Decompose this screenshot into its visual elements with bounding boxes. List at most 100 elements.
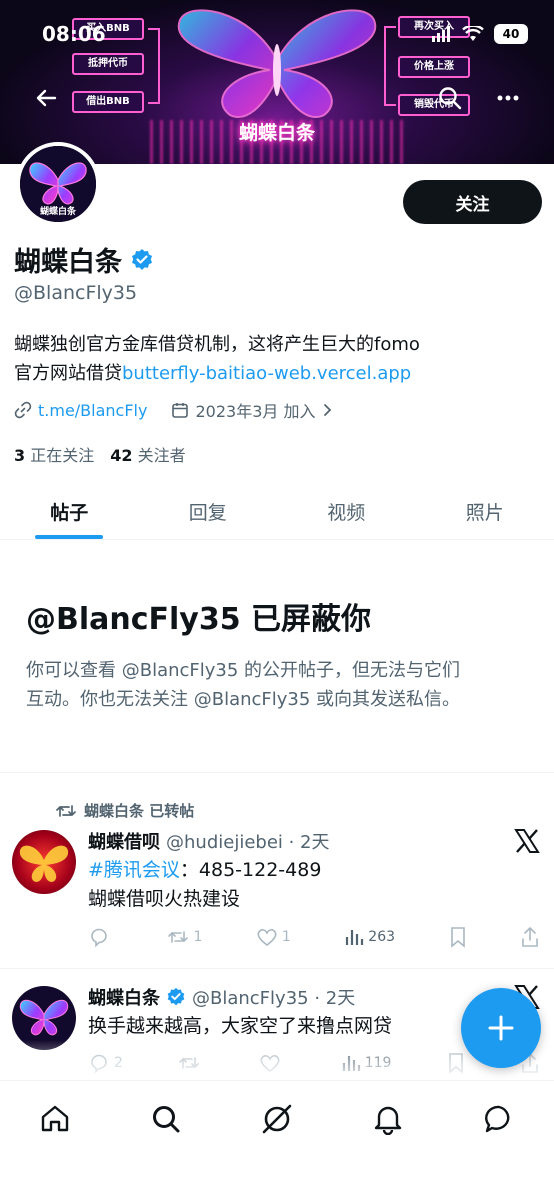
reply-icon bbox=[91, 928, 107, 948]
status-time: 08:06 bbox=[42, 22, 106, 46]
more-options-button[interactable] bbox=[490, 80, 526, 116]
blocked-desc-line: 你可以查看 @BlancFly35 的公开帖子，但无法与它们 bbox=[26, 660, 461, 681]
bio-line: 蝴蝶独创官方金库借贷机制，这将产生巨大的fomo bbox=[14, 334, 420, 355]
active-tab-indicator bbox=[35, 535, 104, 539]
followers-count: 42 bbox=[110, 446, 133, 465]
display-name: 蝴蝶白条 bbox=[14, 247, 122, 278]
banner-title: 蝴蝶白条 bbox=[238, 122, 315, 144]
blocked-desc-line: 互动。你也无法关注 @BlancFly35 或向其发送私信。 bbox=[26, 689, 461, 710]
followers-link[interactable]: 42 关注者 bbox=[110, 442, 185, 466]
nav-messages[interactable] bbox=[479, 1099, 519, 1139]
arrow-left-icon bbox=[36, 89, 57, 107]
post-header: 蝴蝶借呗 @hudiejiebei · 2天 bbox=[88, 828, 330, 854]
status-icons: 40 bbox=[432, 24, 528, 44]
hashtag-link[interactable]: #腾讯会议 bbox=[88, 859, 180, 881]
banner-connector bbox=[384, 26, 396, 106]
tab-label: 回复 bbox=[188, 502, 227, 524]
profile-handle: @BlancFly35 bbox=[14, 282, 138, 304]
tab-videos[interactable]: 视频 bbox=[277, 484, 416, 539]
post-text-line: 换手越来越高，大家空了来撸点网贷 bbox=[88, 1015, 393, 1037]
joined-date: 2023年3月 加入 bbox=[195, 402, 316, 421]
bookmark-icon bbox=[450, 927, 465, 948]
banner-box-borrow-bnb: 借出BNB bbox=[72, 91, 144, 113]
avatar-butterfly-image bbox=[19, 845, 69, 882]
view-count: 263 bbox=[368, 929, 396, 945]
post-text: ：485-122-489 bbox=[179, 859, 322, 881]
tab-label: 帖子 bbox=[50, 502, 89, 524]
battery-indicator: 40 bbox=[494, 24, 528, 44]
section-divider bbox=[0, 772, 554, 773]
followers-label: 关注者 bbox=[137, 446, 186, 465]
blocked-description: 你可以查看 @BlancFly35 的公开帖子，但无法与它们 互动。你也无法关注… bbox=[26, 656, 532, 714]
repost-indicator: 蝴蝶白条 已转帖 bbox=[56, 800, 194, 821]
plus-icon bbox=[488, 1015, 514, 1041]
nav-search[interactable] bbox=[146, 1099, 186, 1139]
post-body: 换手越来越高，大家空了来撸点网贷 bbox=[88, 1012, 392, 1041]
chevron-right-icon[interactable] bbox=[321, 403, 333, 417]
verified-badge-icon bbox=[167, 987, 185, 1006]
post-text-line: 蝴蝶借呗火热建设 bbox=[88, 888, 241, 910]
like-count: 1 bbox=[281, 929, 291, 945]
verified-badge-icon[interactable] bbox=[130, 248, 154, 272]
follow-button[interactable]: 关注 bbox=[403, 180, 542, 224]
website-link[interactable]: t.me/BlancFly bbox=[38, 401, 147, 420]
share-icon bbox=[522, 926, 538, 947]
nav-grok[interactable] bbox=[257, 1099, 297, 1139]
follow-counts: 3 正在关注 42 关注者 bbox=[14, 442, 186, 466]
repost-count: 1 bbox=[193, 929, 203, 945]
grok-icon bbox=[262, 1104, 292, 1134]
reply-button[interactable] bbox=[88, 926, 114, 948]
banner-box-collateral: 抵押代币 bbox=[72, 53, 144, 75]
tab-posts[interactable]: 帖子 bbox=[0, 484, 139, 539]
heart-icon bbox=[257, 929, 277, 947]
bell-icon bbox=[374, 1106, 401, 1135]
post-header: 蝴蝶白条 @BlancFly35 · 2天 bbox=[88, 984, 355, 1010]
home-icon bbox=[42, 1105, 69, 1132]
banner-butterfly-image bbox=[177, 9, 377, 118]
post-author-name[interactable]: 蝴蝶借呗 bbox=[88, 828, 160, 854]
profile-bio: 蝴蝶独创官方金库借贷机制，这将产生巨大的fomo 官方网站借贷butterfly… bbox=[14, 330, 544, 388]
post-text-line: #腾讯会议：485-122-489 bbox=[88, 856, 321, 885]
bio-text: 官方网站借贷 bbox=[14, 363, 122, 384]
like-button[interactable]: 1 bbox=[256, 927, 291, 947]
nav-home[interactable] bbox=[35, 1099, 75, 1139]
repost-label: 蝴蝶白条 已转帖 bbox=[84, 802, 195, 820]
post-divider bbox=[0, 968, 554, 969]
nav-notifications[interactable] bbox=[368, 1099, 408, 1139]
more-dots-icon bbox=[497, 95, 519, 101]
signal-icon bbox=[432, 26, 450, 42]
analytics-icon bbox=[346, 930, 364, 945]
post-actions: 1 1 263 bbox=[88, 926, 540, 948]
avatar-label: 蝴蝶白条 bbox=[39, 207, 76, 217]
tab-label: 视频 bbox=[327, 502, 366, 524]
tab-photos[interactable]: 照片 bbox=[416, 484, 554, 539]
bookmark-button[interactable] bbox=[449, 926, 467, 948]
profile-meta: t.me/BlancFly 2023年3月 加入 bbox=[14, 398, 333, 422]
back-button[interactable] bbox=[28, 80, 64, 116]
bottom-navigation bbox=[0, 1080, 554, 1199]
compose-post-button[interactable] bbox=[461, 988, 541, 1068]
display-name-row: 蝴蝶白条 bbox=[14, 240, 154, 279]
views-button[interactable]: 263 bbox=[344, 927, 395, 947]
repost-button[interactable]: 1 bbox=[167, 928, 202, 946]
banner-box-price-up: 价格上涨 bbox=[398, 56, 470, 78]
post-author-meta: @hudiejiebei · 2天 bbox=[166, 832, 330, 853]
following-label: 正在关注 bbox=[30, 446, 95, 465]
link-icon bbox=[14, 401, 32, 419]
profile-tabs: 帖子 回复 视频 照片 bbox=[0, 484, 554, 540]
share-button[interactable] bbox=[520, 926, 540, 948]
post-author-name[interactable]: 蝴蝶白条 bbox=[88, 984, 160, 1010]
profile-avatar[interactable]: 蝴蝶白条 bbox=[16, 142, 100, 226]
chat-bubble-icon bbox=[484, 1105, 509, 1133]
search-button[interactable] bbox=[432, 80, 468, 116]
banner-connector bbox=[148, 28, 160, 104]
following-link[interactable]: 3 正在关注 bbox=[14, 442, 94, 466]
x-logo-icon bbox=[514, 829, 540, 853]
bio-website-link[interactable]: butterfly-baitiao-web.vercel.app bbox=[122, 363, 411, 384]
search-icon bbox=[439, 87, 462, 110]
post-avatar[interactable] bbox=[12, 830, 76, 894]
bio-line: 官方网站借贷butterfly-baitiao-web.vercel.app bbox=[14, 359, 544, 388]
tab-replies[interactable]: 回复 bbox=[139, 484, 278, 539]
search-icon bbox=[153, 1106, 180, 1133]
wifi-icon bbox=[462, 26, 484, 41]
